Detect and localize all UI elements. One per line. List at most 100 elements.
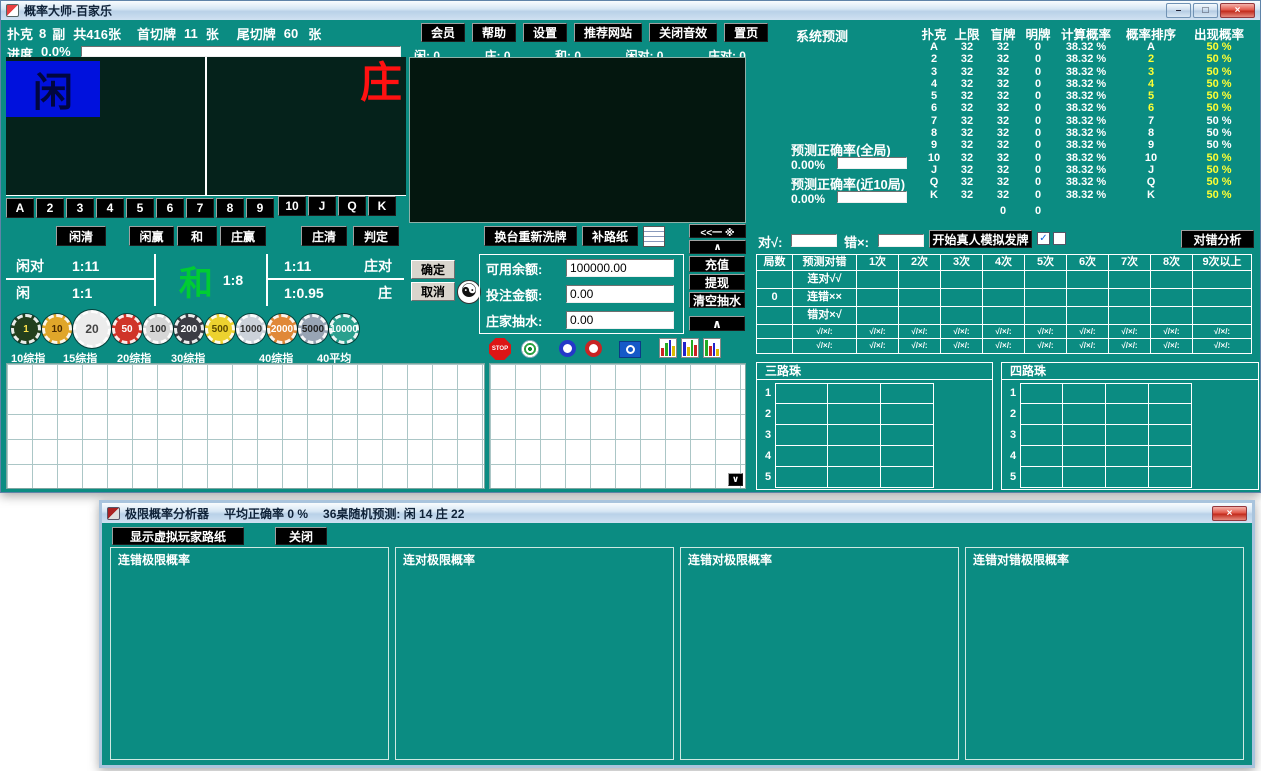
menu-button[interactable]: 置页 bbox=[724, 23, 768, 42]
minimize-button[interactable]: – bbox=[1166, 3, 1191, 18]
betting-chip[interactable]: 50 bbox=[112, 314, 142, 344]
betting-chip[interactable]: 10 bbox=[42, 314, 72, 344]
betting-chip[interactable]: 5000 bbox=[298, 314, 328, 344]
stats-occur: 50 % bbox=[1185, 78, 1253, 90]
card-button[interactable]: 10 bbox=[278, 196, 306, 216]
reshuffle-button[interactable]: 换台重新洗牌 bbox=[484, 226, 577, 246]
wrong-count-input[interactable] bbox=[878, 234, 924, 247]
road-paper-button[interactable]: 补路纸 bbox=[582, 226, 638, 246]
collapse-top-button[interactable]: <<一 ※ bbox=[689, 224, 746, 238]
clear-rake-button[interactable]: 清空抽水 bbox=[689, 292, 745, 308]
main-titlebar[interactable]: 概率大师-百家乐 – □ × bbox=[1, 1, 1260, 20]
sim-checkbox-checked[interactable]: ✓ bbox=[1037, 232, 1050, 245]
result-cell bbox=[1067, 271, 1109, 289]
analyzer-window-controls: × bbox=[1212, 506, 1247, 521]
rake-input[interactable] bbox=[566, 311, 674, 329]
result-footer-cell bbox=[757, 339, 793, 353]
result-footer-row-1: √/×/:√/×/:√/×/:√/×/:√/×/:√/×/:√/×/:√/×/:… bbox=[757, 325, 1251, 339]
card-button[interactable]: J bbox=[308, 196, 336, 216]
menu-button[interactable]: 会员 bbox=[421, 23, 465, 42]
result-footer-cell: √/×/: bbox=[983, 339, 1025, 353]
bead-cell bbox=[1063, 425, 1106, 446]
menu-button[interactable]: 推荐网站 bbox=[574, 23, 642, 42]
close-button[interactable]: × bbox=[1220, 3, 1255, 18]
analyzer-title: 极限概率分析器 bbox=[125, 505, 209, 522]
analyzer-close-button[interactable]: × bbox=[1212, 506, 1247, 521]
betting-chip[interactable]: 500 bbox=[205, 314, 235, 344]
target-icon[interactable] bbox=[521, 340, 539, 358]
grid-collapse-button[interactable]: ∨ bbox=[728, 473, 743, 486]
banker-ring-icon[interactable] bbox=[585, 340, 602, 357]
analyzer-titlebar[interactable]: 极限概率分析器 平均正确率 0 % 36桌随机预测: 闲 14 庄 22 × bbox=[102, 503, 1252, 523]
player-pair-odds: 1:11 bbox=[72, 258, 99, 274]
chart-icon-2[interactable] bbox=[681, 338, 699, 358]
stop-icon[interactable]: STOP bbox=[489, 338, 511, 360]
bead-row-label: 2 bbox=[761, 404, 775, 425]
result-footer-cell: √/×/: bbox=[1025, 339, 1067, 353]
sim-start-button[interactable]: 开始真人模拟发牌 bbox=[929, 230, 1032, 248]
balance-input[interactable] bbox=[566, 259, 674, 277]
withdraw-button[interactable]: 提现 bbox=[689, 274, 745, 290]
stats-limit: 32 bbox=[949, 176, 985, 188]
sim-checkbox-empty[interactable] bbox=[1053, 232, 1066, 245]
card-button[interactable]: 6 bbox=[156, 198, 184, 218]
betting-chip[interactable]: 100 bbox=[143, 314, 173, 344]
stats-row: 2 32 32 0 38.32 % 2 50 % bbox=[919, 53, 1259, 65]
bead-row: 2 bbox=[761, 404, 992, 425]
action-button[interactable]: 闲清 bbox=[56, 226, 106, 246]
betting-chip[interactable]: 10000 bbox=[329, 314, 359, 344]
card-button[interactable]: K bbox=[368, 196, 396, 216]
bead-row-label: 5 bbox=[1006, 467, 1020, 488]
chart-icon-3[interactable] bbox=[703, 338, 721, 358]
odds-panel: 闲对 1:11 闲 1:1 和 1:8 1:11 庄对 1:0.95 bbox=[6, 254, 406, 306]
betting-chip[interactable]: 1 bbox=[11, 314, 41, 344]
show-virtual-players-button[interactable]: 显示虚拟玩家路纸 bbox=[112, 527, 244, 545]
action-button[interactable]: 庄清 bbox=[301, 226, 347, 246]
menu-button[interactable]: 帮助 bbox=[472, 23, 516, 42]
collapse-bottom-button[interactable]: ∧ bbox=[689, 316, 745, 331]
card-button[interactable]: 4 bbox=[96, 198, 124, 218]
maximize-button[interactable]: □ bbox=[1193, 3, 1218, 18]
stats-header-cell: 出现概率 bbox=[1185, 24, 1253, 41]
action-button[interactable]: 庄赢 bbox=[220, 226, 266, 246]
bet-input[interactable] bbox=[566, 285, 674, 303]
betting-chip[interactable]: 2000 bbox=[267, 314, 297, 344]
analysis-button[interactable]: 对错分析 bbox=[1181, 230, 1254, 248]
card-button[interactable]: Q bbox=[338, 196, 366, 216]
cancel-button[interactable]: 取消 bbox=[411, 282, 455, 301]
player-ring-icon[interactable] bbox=[559, 340, 576, 357]
result-footer-cell: √/×/: bbox=[1067, 339, 1109, 353]
card-button[interactable]: 7 bbox=[186, 198, 214, 218]
betting-chip[interactable]: 200 bbox=[174, 314, 204, 344]
camera-icon[interactable] bbox=[619, 341, 641, 358]
menu-button[interactable]: 关闭音效 bbox=[649, 23, 717, 42]
stats-sort: 4 bbox=[1117, 78, 1185, 90]
recharge-button[interactable]: 充值 bbox=[689, 256, 745, 272]
stats-sort: 9 bbox=[1117, 139, 1185, 151]
card-button[interactable]: 9 bbox=[246, 198, 274, 218]
card-button[interactable]: 8 bbox=[216, 198, 244, 218]
card-button[interactable]: 2 bbox=[36, 198, 64, 218]
yinyang-icon[interactable]: ☯ bbox=[457, 280, 481, 304]
bead-cell bbox=[881, 467, 934, 488]
card-button[interactable]: 5 bbox=[126, 198, 154, 218]
betting-chip[interactable]: 20 bbox=[73, 310, 111, 348]
notebook-icon[interactable] bbox=[643, 226, 665, 247]
action-button[interactable]: 判定 bbox=[353, 226, 399, 246]
stats-rank: 9 bbox=[919, 139, 949, 151]
collapse-mid-button[interactable]: ∧ bbox=[689, 240, 746, 254]
right-count-input[interactable] bbox=[791, 234, 837, 247]
card-button[interactable]: A bbox=[6, 198, 34, 218]
stats-open: 0 bbox=[1021, 176, 1055, 188]
bead-row: 2 bbox=[1006, 404, 1258, 425]
chart-icon-1[interactable] bbox=[659, 338, 677, 358]
action-button[interactable]: 和 bbox=[177, 226, 217, 246]
confirm-button[interactable]: 确定 bbox=[411, 260, 455, 279]
action-button[interactable]: 闲赢 bbox=[129, 226, 174, 246]
player-odds-section: 闲对 1:11 闲 1:1 bbox=[6, 254, 156, 306]
card-button[interactable]: 3 bbox=[66, 198, 94, 218]
menu-button[interactable]: 设置 bbox=[523, 23, 567, 42]
analyzer-close-panel-button[interactable]: 关闭 bbox=[275, 527, 327, 545]
stats-occur: 50 % bbox=[1185, 176, 1253, 188]
betting-chip[interactable]: 1000 bbox=[236, 314, 266, 344]
